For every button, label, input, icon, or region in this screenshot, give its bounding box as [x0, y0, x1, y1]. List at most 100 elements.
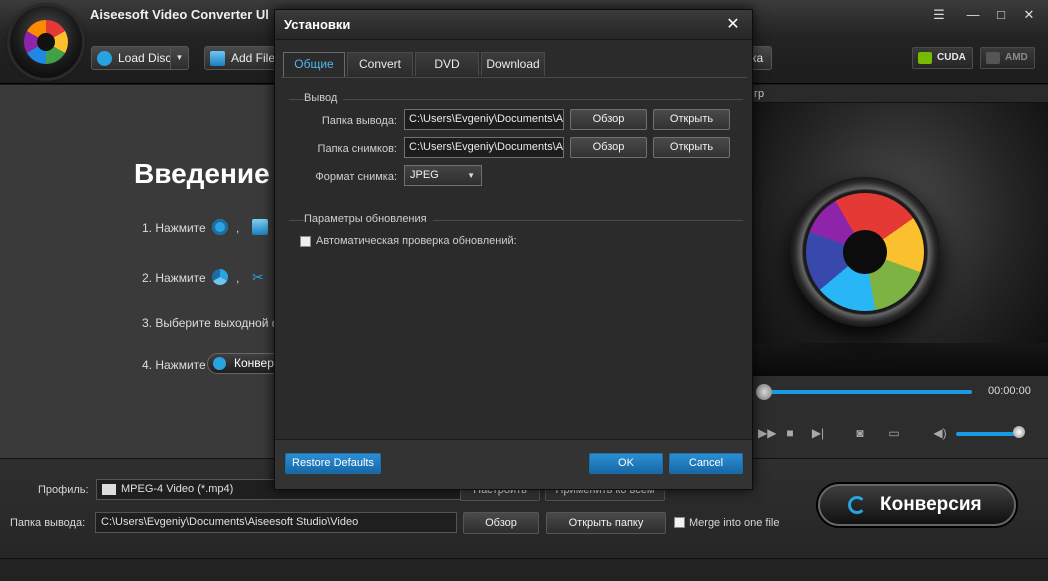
tab-convert-label: Convert: [358, 57, 402, 71]
merge-label: Merge into one file: [689, 517, 780, 529]
nvidia-icon: [918, 52, 932, 64]
settings-dialog: Установки ✕ Общие Convert DVD Download В…: [274, 9, 753, 490]
preview-header-text: гр: [754, 88, 765, 100]
step-2-separator: ,: [236, 271, 240, 285]
browse-button[interactable]: Обзор: [463, 512, 539, 534]
convert-button[interactable]: Конверсия: [818, 484, 1016, 526]
app-title: Aiseesoft Video Converter Ul: [90, 7, 269, 22]
playback-time: 00:00:00: [988, 385, 1031, 397]
preview-floor: [752, 343, 1048, 376]
chevron-down-icon: ▼: [467, 171, 475, 180]
add-file-icon: [252, 219, 268, 235]
folder-icon[interactable]: ▭: [886, 426, 902, 440]
load-disc-icon: [212, 219, 228, 235]
player-controls: 00:00:00 ▶▶ ■ ▶| ◙ ▭ ◀): [752, 376, 1048, 458]
snapshot-browse-button[interactable]: Обзор: [570, 137, 647, 158]
dialog-output-open-button[interactable]: Открыть: [653, 109, 730, 130]
add-file-button[interactable]: Add File: [204, 46, 284, 70]
load-disc-button[interactable]: Load Disc ▼: [91, 46, 189, 70]
dialog-output-open-label: Открыть: [669, 113, 714, 125]
step-2: 2. Нажмите: [142, 271, 206, 285]
step-1-separator: ,: [236, 221, 240, 235]
tab-panel-divider: [281, 77, 747, 78]
amd-toggle[interactable]: AMD: [980, 47, 1035, 69]
preview-screen: [752, 103, 1048, 376]
close-icon[interactable]: ✕: [1018, 6, 1040, 24]
dialog-output-browse-label: Обзор: [592, 113, 625, 125]
cancel-label: Cancel: [688, 457, 724, 469]
preview-logo-lens: [806, 193, 924, 311]
palette-icon: [212, 269, 228, 285]
update-group-title: Параметры обновления: [304, 213, 433, 225]
menu-icon[interactable]: ☰: [928, 6, 950, 24]
dialog-title: Установки: [284, 17, 351, 32]
dialog-footer: Restore Defaults OK Cancel: [275, 439, 752, 489]
output-group-divider: [289, 99, 743, 100]
auto-update-label: Автоматическая проверка обновлений:: [316, 235, 517, 247]
restore-defaults-label: Restore Defaults: [292, 457, 374, 469]
profile-value: MPEG-4 Video (*.mp4): [121, 483, 234, 495]
tab-convert[interactable]: Convert: [347, 52, 413, 76]
camera-icon[interactable]: ◙: [852, 426, 868, 440]
cuda-toggle[interactable]: CUDA: [912, 47, 973, 69]
convert-icon: [213, 357, 226, 370]
tab-download-label: Download: [486, 57, 540, 71]
merge-checkbox[interactable]: [674, 517, 685, 528]
add-file-label: Add File: [231, 51, 276, 65]
auto-update-checkbox[interactable]: [300, 236, 311, 247]
snapshot-folder-field[interactable]: C:\Users\Evgeniy\Documents\A: [404, 137, 564, 158]
step-2-text: 2. Нажмите: [142, 271, 206, 285]
snapshot-folder-label: Папка снимков:: [317, 143, 397, 155]
tab-dvd[interactable]: DVD: [415, 52, 479, 76]
maximize-icon[interactable]: □: [990, 6, 1012, 24]
stop-icon[interactable]: ■: [782, 426, 798, 440]
open-folder-label: Открыть папку: [568, 517, 644, 529]
seek-bar[interactable]: [762, 390, 972, 394]
tab-download[interactable]: Download: [481, 52, 545, 76]
snapshot-format-value: JPEG: [410, 169, 439, 181]
profile-label: Профиль:: [38, 484, 89, 496]
browse-label: Обзор: [485, 517, 517, 529]
minimize-icon[interactable]: —: [962, 6, 984, 24]
tab-general-label: Общие: [294, 57, 334, 71]
snapshot-format-select[interactable]: JPEG ▼: [404, 165, 482, 186]
preview-logo-image: [790, 177, 940, 327]
app-logo: [10, 6, 82, 78]
ok-button[interactable]: OK: [589, 453, 663, 474]
dialog-output-browse-button[interactable]: Обзор: [570, 109, 647, 130]
amd-icon: [986, 52, 1000, 64]
load-disc-label: Load Disc: [118, 51, 172, 65]
snapshot-browse-label: Обзор: [592, 141, 625, 153]
step-1: 1. Нажмите: [142, 221, 206, 235]
status-bar: [0, 558, 1048, 581]
snapshot-folder-value: C:\Users\Evgeniy\Documents\A: [409, 141, 564, 153]
tab-dvd-label: DVD: [434, 57, 460, 71]
dialog-output-folder-field[interactable]: C:\Users\Evgeniy\Documents\A: [404, 109, 564, 130]
output-folder-field[interactable]: C:\Users\Evgeniy\Documents\Aiseesoft Stu…: [95, 512, 457, 533]
disc-add-icon: [97, 51, 112, 66]
volume-icon[interactable]: ◀): [932, 426, 948, 440]
dialog-output-folder-label: Папка вывода:: [321, 115, 397, 127]
volume-handle[interactable]: [1012, 426, 1025, 438]
convert-label: Конверсия: [880, 494, 982, 515]
fast-forward-icon[interactable]: ▶▶: [758, 426, 776, 440]
snapshot-open-button[interactable]: Открыть: [653, 137, 730, 158]
load-disc-dropdown-icon[interactable]: ▼: [170, 47, 188, 69]
amd-label: AMD: [1005, 52, 1028, 63]
open-folder-button[interactable]: Открыть папку: [546, 512, 666, 534]
next-frame-icon[interactable]: ▶|: [810, 426, 826, 440]
step-4-text: 4. Нажмите: [142, 358, 206, 372]
output-group-title: Вывод: [304, 92, 344, 104]
step-1-text: 1. Нажмите: [142, 221, 206, 235]
output-folder-label: Папка вывода:: [10, 517, 86, 529]
seek-handle[interactable]: [756, 384, 772, 400]
step-3: 3. Выберите выходной фо: [142, 316, 288, 330]
dialog-output-folder-value: C:\Users\Evgeniy\Documents\A: [409, 113, 564, 125]
dialog-close-icon[interactable]: ✕: [722, 14, 744, 36]
tab-general[interactable]: Общие: [283, 52, 345, 78]
intro-title: Введение: [134, 158, 270, 189]
restore-defaults-button[interactable]: Restore Defaults: [285, 453, 381, 474]
preview-header: гр: [752, 85, 1048, 103]
cancel-button[interactable]: Cancel: [669, 453, 743, 474]
snapshot-format-label: Формат снимка:: [315, 171, 397, 183]
